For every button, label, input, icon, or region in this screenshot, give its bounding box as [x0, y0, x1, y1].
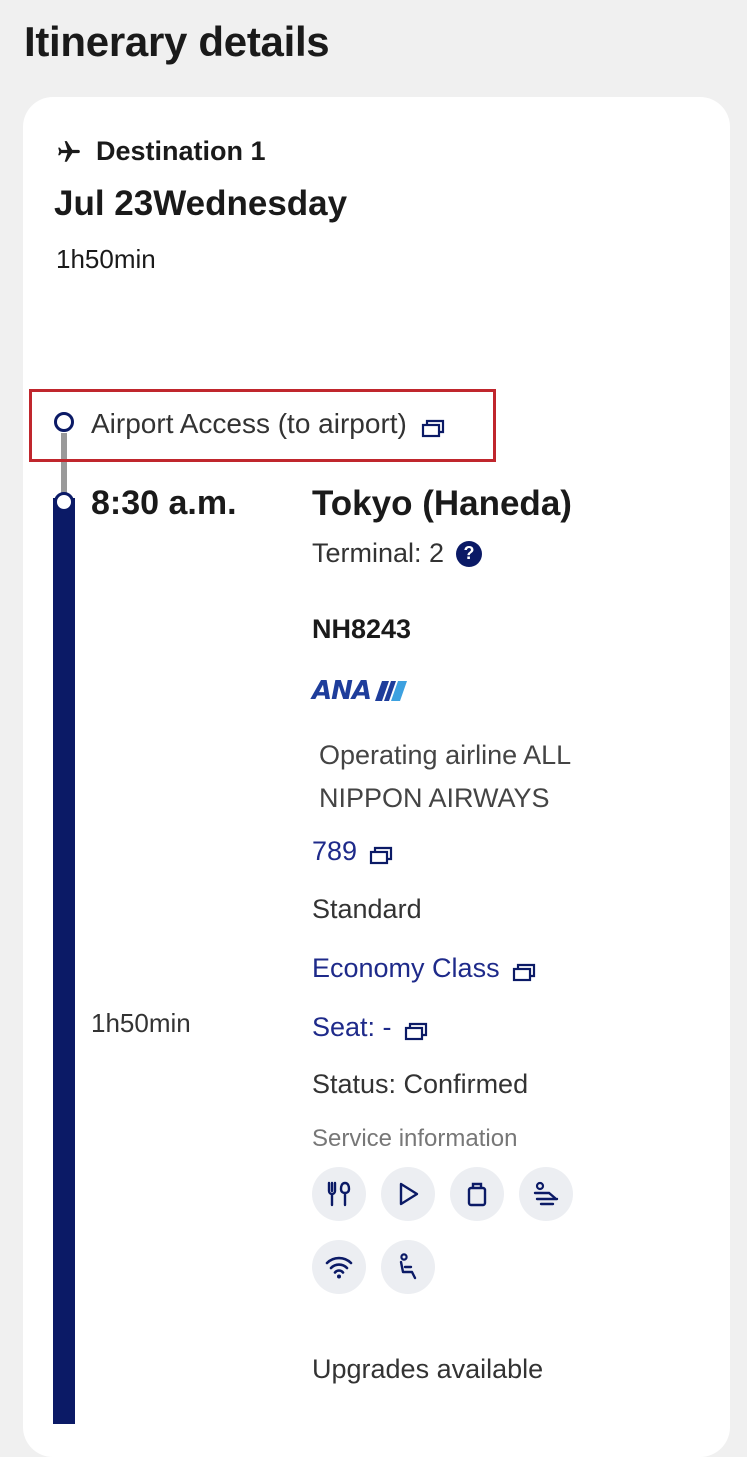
- fare-type: Standard: [312, 894, 422, 924]
- departure-time: 8:30 a.m.: [91, 484, 237, 522]
- flight-date: Jul 23Wednesday: [54, 184, 348, 223]
- meal-icon[interactable]: [312, 1167, 366, 1221]
- ana-logo: ANA: [312, 676, 408, 706]
- upgrades-available: Upgrades available: [312, 1354, 544, 1384]
- departure-city: Tokyo (Haneda): [312, 484, 572, 523]
- wifi-icon[interactable]: [312, 1240, 366, 1294]
- seat-link[interactable]: Seat: -: [312, 1012, 428, 1043]
- cabin-class-label: Economy Class: [312, 953, 500, 983]
- flight-duration: 1h50min: [91, 1008, 191, 1038]
- lounge-icon[interactable]: [519, 1167, 573, 1221]
- terminal-info: Terminal: 2 ?: [312, 538, 483, 569]
- external-window-icon: [369, 842, 393, 864]
- service-information-label: Service information: [312, 1125, 518, 1152]
- timeline-flight-bar: [53, 498, 75, 1424]
- airport-access-link[interactable]: Airport Access (to airport): [91, 408, 445, 440]
- aircraft-link[interactable]: 789: [312, 836, 393, 867]
- terminal-label: Terminal: 2: [312, 538, 445, 568]
- ana-logo-stripes-icon: [375, 681, 408, 701]
- external-window-icon: [404, 1018, 428, 1040]
- help-icon[interactable]: ?: [456, 540, 483, 567]
- operating-airline: Operating airline ALL NIPPON AIRWAYS: [319, 740, 571, 813]
- destination-label: Destination 1: [96, 136, 266, 166]
- seat-label: Seat: -: [312, 1012, 392, 1042]
- external-window-icon: [421, 414, 445, 438]
- external-window-icon: [512, 959, 536, 981]
- cabin-class-link[interactable]: Economy Class: [312, 953, 536, 984]
- total-duration: 1h50min: [56, 244, 156, 274]
- baggage-icon[interactable]: [450, 1167, 504, 1221]
- booking-status: Status: Confirmed: [312, 1069, 529, 1099]
- aircraft-label: 789: [312, 836, 358, 866]
- entertainment-icon[interactable]: [381, 1167, 435, 1221]
- flight-number: NH8243: [312, 614, 412, 644]
- seat-icon[interactable]: [381, 1240, 435, 1294]
- airport-access-label: Airport Access (to airport): [91, 408, 407, 439]
- ana-logo-text: ANA: [312, 676, 372, 706]
- destination-header: Destination 1: [56, 136, 266, 167]
- page-title: Itinerary details: [24, 18, 330, 65]
- airplane-icon: [56, 139, 82, 165]
- timeline-node-departure: [54, 492, 74, 512]
